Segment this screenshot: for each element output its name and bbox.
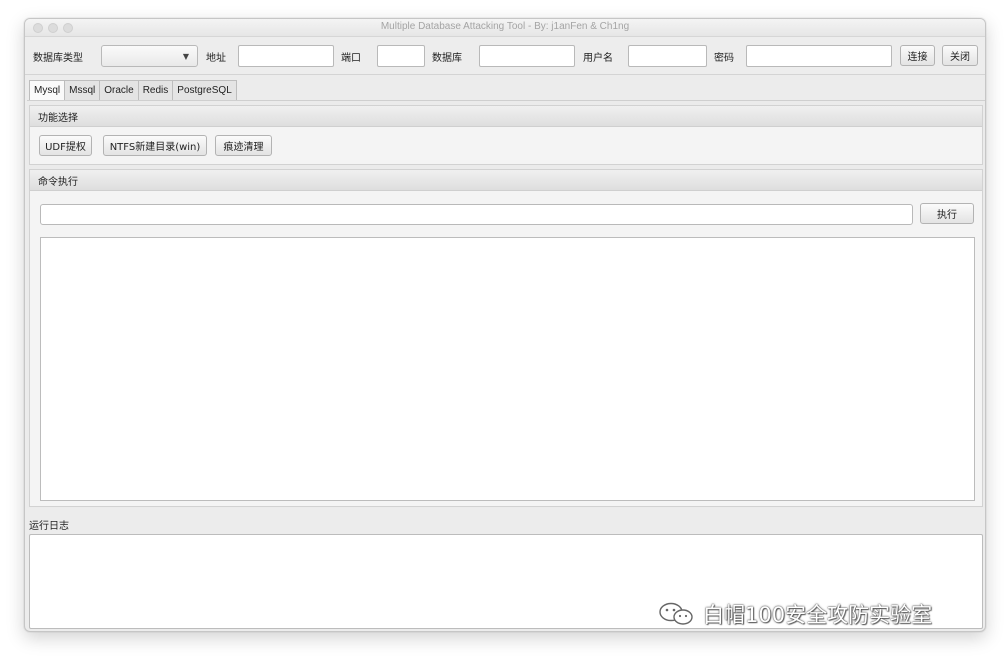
watermark-text: 白帽100安全攻防实验室 [703,603,933,627]
tab-mysql[interactable]: Mysql [29,80,66,100]
function-panel-title: 功能选择 [30,106,982,127]
function-panel: 功能选择 UDF提权 NTFS新建目录(win) 痕迹清理 [29,105,983,165]
tab-mssql[interactable]: Mssql [64,80,101,100]
chevron-down-icon: ▼ [182,52,189,61]
command-input[interactable] [40,204,913,225]
close-button[interactable]: 关闭 [942,45,978,66]
address-label: 地址 [206,53,226,64]
connection-toolbar: 数据库类型 ▼ 地址 端口 数据库 用户名 密码 连接 关闭 [25,37,985,75]
tab-content-mysql: 功能选择 UDF提权 NTFS新建目录(win) 痕迹清理 命令执行 执行 [27,100,985,508]
tab-oracle[interactable]: Oracle [99,80,139,100]
username-input[interactable] [628,45,707,67]
port-label: 端口 [341,53,361,64]
connect-button[interactable]: 连接 [900,45,935,66]
tab-postgresql[interactable]: PostgreSQL [172,80,237,100]
database-label: 数据库 [432,53,462,64]
address-input[interactable] [238,45,334,67]
command-panel-title: 命令执行 [30,170,982,191]
log-label: 运行日志 [29,521,69,532]
ntfs-create-dir-button[interactable]: NTFS新建目录(win) [103,135,207,156]
database-input[interactable] [479,45,575,67]
port-input[interactable] [377,45,425,67]
tab-redis[interactable]: Redis [137,80,174,100]
window-title: Multiple Database Attacking Tool - By: j… [380,21,630,32]
trace-cleanup-button[interactable]: 痕迹清理 [215,135,272,156]
execute-button[interactable]: 执行 [920,203,974,224]
watermark: 白帽100安全攻防实验室 [657,600,932,628]
password-input[interactable] [746,45,892,67]
db-type-label: 数据库类型 [33,53,83,64]
wechat-icon [659,602,693,625]
password-label: 密码 [714,53,734,64]
db-type-select[interactable]: ▼ [101,45,198,67]
command-panel: 命令执行 执行 [29,169,983,507]
app-window: Multiple Database Attacking Tool - By: j… [24,18,986,632]
command-output-area[interactable] [40,237,975,501]
title-bar: Multiple Database Attacking Tool - By: j… [25,19,985,37]
username-label: 用户名 [583,53,613,64]
udf-escalation-button[interactable]: UDF提权 [39,135,92,156]
db-tabs: Mysql Mssql Oracle Redis PostgreSQL [29,80,237,100]
